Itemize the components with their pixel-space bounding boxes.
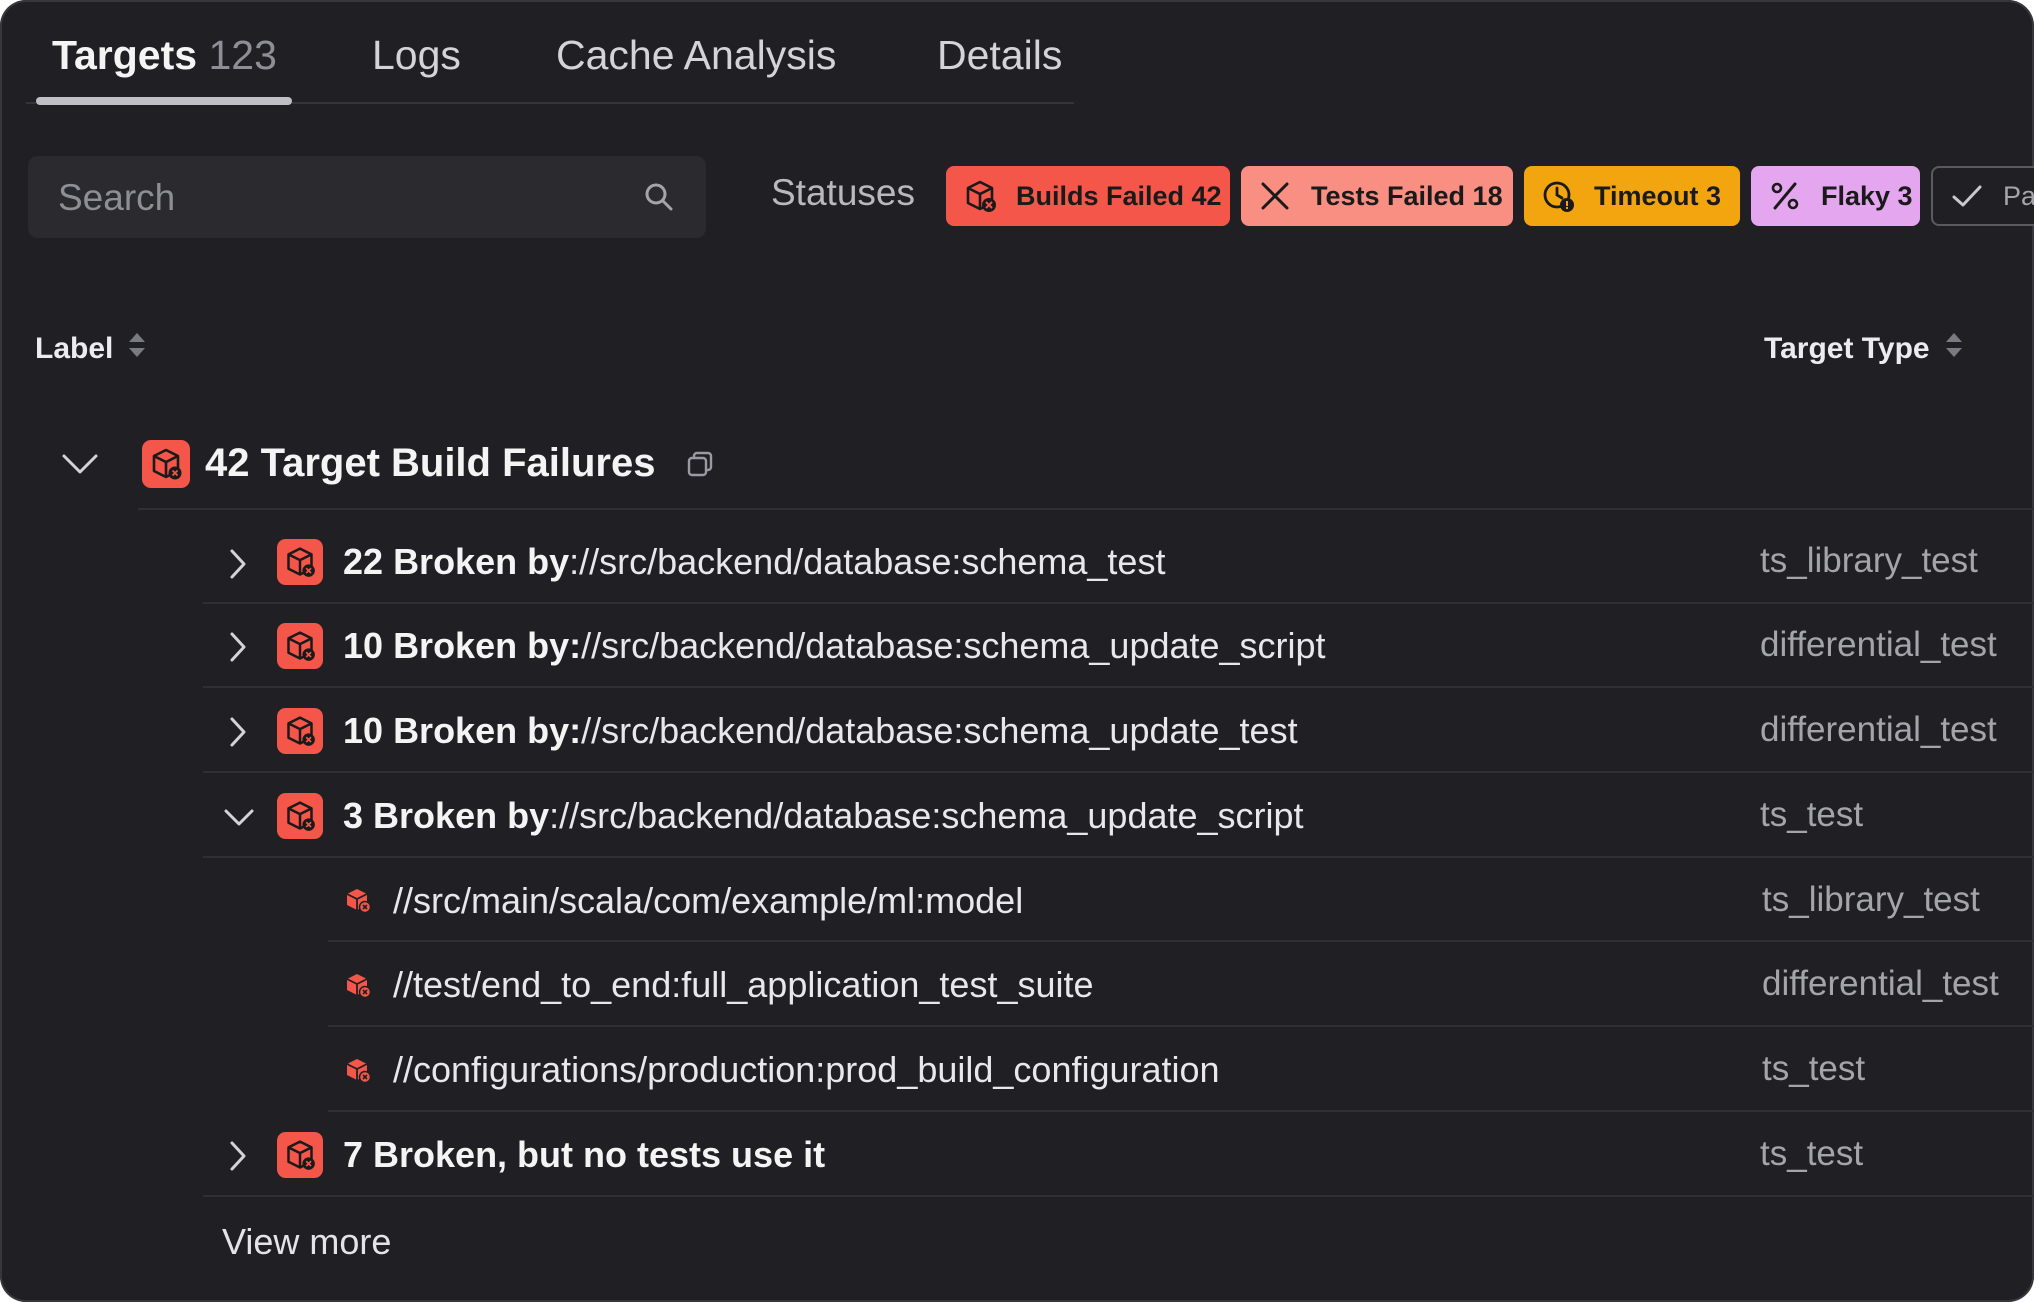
clock-alert-icon	[1540, 178, 1576, 214]
column-header-label[interactable]: Label	[35, 330, 147, 368]
row-divider	[203, 771, 2034, 773]
search-input[interactable]	[56, 156, 620, 240]
tab-cache-analysis[interactable]: Cache Analysis	[556, 32, 836, 79]
filter-chip-tests-failed[interactable]: Tests Failed 18	[1241, 166, 1513, 226]
filter-chip-builds-failed[interactable]: Builds Failed 42	[946, 166, 1230, 226]
targets-panel: Targets 123 Logs Cache Analysis Details …	[0, 0, 2034, 1302]
target-path: ://src/backend/database:schema_test	[569, 541, 1166, 582]
row-divider	[138, 508, 2034, 510]
child-target-path[interactable]: //configurations/production:prod_build_c…	[393, 1049, 1220, 1091]
row-divider	[203, 1195, 2034, 1197]
row-divider	[328, 1025, 2034, 1027]
broken-by-label: Broken by:	[393, 625, 582, 666]
row-divider	[203, 602, 2034, 604]
tab-count: 123	[208, 32, 277, 78]
broken-build-icon	[277, 539, 323, 590]
target-row-label[interactable]: 7 Broken, but no tests use it	[343, 1134, 825, 1176]
tab-targets[interactable]: Targets 123	[52, 32, 277, 79]
chevron-right-icon[interactable]	[228, 715, 248, 754]
filter-chip-flaky[interactable]: Flaky 3	[1751, 166, 1920, 226]
broken-count: 10	[343, 625, 384, 666]
target-row-label[interactable]: 22 Broken by://src/backend/database:sche…	[343, 541, 1165, 583]
child-target-path[interactable]: //test/end_to_end:full_application_test_…	[393, 964, 1094, 1006]
row-divider	[203, 856, 2034, 858]
broken-by-label: Broken by:	[393, 710, 582, 751]
tab-details[interactable]: Details	[937, 32, 1062, 79]
target-type: ts_test	[1760, 1134, 1864, 1173]
broken-build-icon	[277, 708, 323, 759]
chip-label: Pa	[2003, 180, 2034, 211]
chevron-right-icon[interactable]	[228, 630, 248, 669]
child-target-path[interactable]: //src/main/scala/com/example/ml:model	[393, 880, 1023, 922]
filter-chip-timeout[interactable]: Timeout 3	[1524, 166, 1740, 226]
search-box	[28, 156, 706, 240]
target-type: ts_library_test	[1762, 880, 1980, 919]
column-label: Label	[35, 332, 114, 365]
row-divider	[328, 1110, 2034, 1112]
broken-count: 10	[343, 710, 384, 751]
filter-chip-passed[interactable]: Pa	[1931, 166, 2034, 226]
chevron-down-icon[interactable]	[60, 448, 100, 483]
target-row-label[interactable]: 3 Broken by://src/backend/database:schem…	[343, 795, 1304, 837]
broken-build-icon	[277, 793, 323, 844]
view-more-link[interactable]: View more	[222, 1221, 391, 1263]
target-type: differential_test	[1760, 625, 1997, 664]
copy-icon[interactable]	[686, 450, 714, 483]
broken-build-icon	[142, 440, 190, 493]
group-title: 42 Target Build Failures	[205, 441, 656, 485]
target-path: //src/backend/database:schema_update_tes…	[581, 710, 1298, 751]
column-label: Target Type	[1764, 332, 1930, 365]
broken-by-label: Broken by	[373, 795, 550, 836]
chip-label: Builds Failed 42	[1016, 180, 1222, 211]
row-divider	[203, 686, 2034, 688]
broken-count: 22	[343, 541, 384, 582]
broken-build-small-icon	[344, 886, 372, 919]
chip-label: Flaky 3	[1821, 180, 1913, 211]
target-path: //src/backend/database:schema_update_scr…	[581, 625, 1326, 666]
target-type: differential_test	[1760, 710, 1997, 749]
broken-build-icon	[277, 623, 323, 674]
broken-build-icon	[277, 1132, 323, 1183]
chip-label: Tests Failed 18	[1311, 180, 1503, 211]
target-type: ts_library_test	[1760, 541, 1978, 580]
row-divider	[328, 940, 2034, 942]
column-header-target-type[interactable]: Target Type	[1764, 330, 1964, 368]
target-path: ://src/backend/database:schema_update_sc…	[549, 795, 1304, 836]
broken-build-small-icon	[344, 971, 372, 1004]
broken-build-icon	[962, 178, 998, 214]
chevron-right-icon[interactable]	[228, 547, 248, 586]
percent-icon	[1767, 178, 1803, 214]
target-row-label[interactable]: 10 Broken by://src/backend/database:sche…	[343, 710, 1298, 752]
tab-logs[interactable]: Logs	[372, 32, 461, 79]
chevron-right-icon[interactable]	[228, 1139, 248, 1178]
sort-icon	[1944, 330, 1964, 368]
chip-label: Timeout 3	[1594, 180, 1722, 211]
broken-build-small-icon	[344, 1056, 372, 1089]
target-type: ts_test	[1762, 1049, 1866, 1088]
active-tab-indicator	[36, 97, 292, 105]
x-icon	[1257, 178, 1293, 214]
check-icon	[1949, 178, 1985, 214]
target-type: ts_test	[1760, 795, 1864, 834]
target-type: differential_test	[1762, 964, 1999, 1003]
chevron-down-icon[interactable]	[222, 806, 256, 833]
target-row-label[interactable]: 10 Broken by://src/backend/database:sche…	[343, 625, 1326, 667]
sort-icon	[127, 330, 147, 368]
statuses-label: Statuses	[771, 172, 915, 213]
tab-label: Targets	[52, 32, 198, 78]
broken-by-label: Broken by	[393, 541, 570, 582]
broken-count: 3	[343, 795, 364, 836]
search-icon[interactable]	[642, 180, 676, 219]
